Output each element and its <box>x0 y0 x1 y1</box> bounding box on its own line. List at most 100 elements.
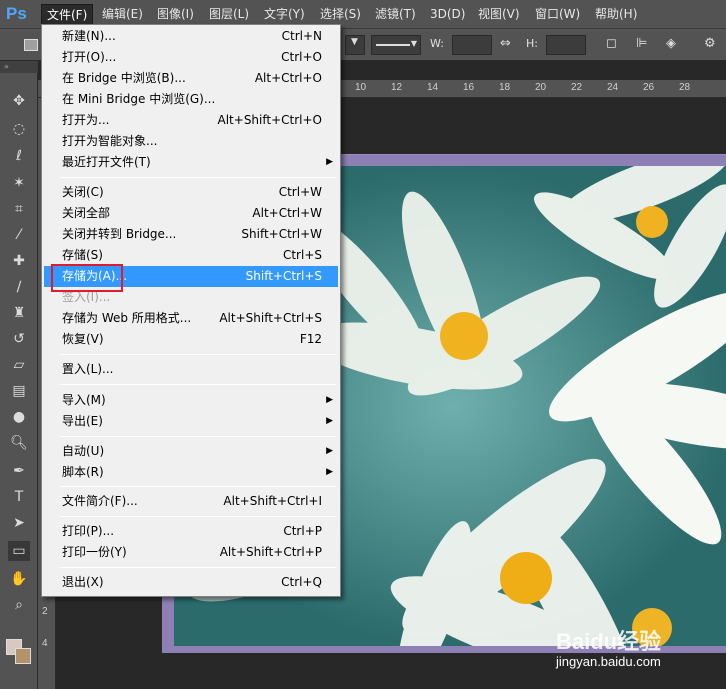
menu-item-new[interactable]: 新建(N)... Ctrl+N <box>44 26 338 47</box>
menu-item-browse-in-bridge[interactable]: 在 Bridge 中浏览(B)... Alt+Ctrl+O <box>44 68 338 89</box>
pen-tool-icon[interactable]: ✒ <box>8 461 30 481</box>
menu-item-label: 打印一份(Y) <box>62 545 127 559</box>
path-arrangement-icon[interactable]: ◈ <box>666 36 676 52</box>
menu-edit[interactable]: 编辑(E) <box>97 4 148 25</box>
width-label: W: <box>430 37 444 50</box>
hand-tool-icon[interactable]: ✋ <box>8 569 30 589</box>
path-selection-tool-icon[interactable]: ➤ <box>8 513 30 533</box>
path-alignment-icon[interactable]: ⊫ <box>636 36 647 52</box>
path-operations-icon[interactable]: ◻ <box>606 36 617 52</box>
menu-item-shortcut: Ctrl+O <box>281 50 322 64</box>
menu-type[interactable]: 文字(Y) <box>259 4 310 25</box>
background-color-swatch[interactable] <box>15 648 31 664</box>
menu-separator <box>60 354 336 355</box>
menu-item-revert[interactable]: 恢复(V) F12 <box>44 329 338 350</box>
menu-file[interactable]: 文件(F) <box>41 4 94 25</box>
menu-select[interactable]: 选择(S) <box>315 4 366 25</box>
baidu-logo-icon: Baidu经验 <box>556 629 662 654</box>
watermark-url: jingyan.baidu.com <box>556 654 661 669</box>
menu-item-open[interactable]: 打开(O)... Ctrl+O <box>44 47 338 68</box>
move-tool-icon[interactable]: ✥ <box>8 91 30 111</box>
menu-item-browse-in-mini-bridge[interactable]: 在 Mini Bridge 中浏览(G)... <box>44 89 338 110</box>
menu-3d[interactable]: 3D(D) <box>425 4 470 25</box>
lasso-tool-icon[interactable]: ℓ <box>8 146 30 166</box>
link-icon[interactable]: ⇔ <box>500 36 511 52</box>
crop-tool-icon[interactable]: ⌗ <box>8 199 30 219</box>
clone-stamp-tool-icon[interactable]: ♜ <box>8 303 30 323</box>
menu-item-close[interactable]: 关闭(C) Ctrl+W <box>44 182 338 203</box>
marquee-tool-icon[interactable]: ◌ <box>8 119 30 139</box>
menu-item-shortcut: Ctrl+P <box>283 524 322 538</box>
menu-layer[interactable]: 图层(L) <box>204 4 254 25</box>
healing-brush-tool-icon[interactable]: ✚ <box>8 251 30 271</box>
menu-item-shortcut: Ctrl+S <box>282 248 322 262</box>
menu-item-close-all[interactable]: 关闭全部 Alt+Ctrl+W <box>44 203 338 224</box>
blur-tool-icon[interactable]: ● <box>8 407 30 427</box>
menu-item-scripts[interactable]: 脚本(R) ▶ <box>44 462 338 483</box>
menu-separator <box>60 384 336 385</box>
menu-separator <box>60 436 336 437</box>
gradient-tool-icon[interactable]: ▤ <box>8 381 30 401</box>
menu-item-shortcut: Alt+Ctrl+O <box>254 71 322 85</box>
menu-item-label: 在 Mini Bridge 中浏览(G)... <box>62 92 216 106</box>
menu-item-open-as-smart-object[interactable]: 打开为智能对象... <box>44 131 338 152</box>
eraser-tool-icon[interactable]: ▱ <box>8 355 30 375</box>
stroke-style-dropdown[interactable]: ▼ <box>371 35 421 55</box>
menu-item-label: 关闭全部 <box>62 206 111 220</box>
menu-window[interactable]: 窗口(W) <box>530 4 585 25</box>
menu-item-label: 打印(P)... <box>62 524 115 538</box>
menu-separator <box>60 516 336 517</box>
menu-item-save-for-web[interactable]: 存储为 Web 所用格式... Alt+Shift+Ctrl+S <box>44 308 338 329</box>
ruler-tick-label: 10 <box>355 82 367 93</box>
menu-item-close-and-go-to-bridge[interactable]: 关闭并转到 Bridge... Shift+Ctrl+W <box>44 224 338 245</box>
submenu-arrow-icon: ▶ <box>326 446 333 456</box>
brush-tool-icon[interactable]: ∕ <box>8 277 30 297</box>
ruler-tick-label: 22 <box>571 82 583 93</box>
eyedropper-tool-icon[interactable]: ⁄ <box>8 225 30 245</box>
menu-item-print-one-copy[interactable]: 打印一份(Y) Alt+Shift+Ctrl+P <box>44 542 338 563</box>
panel-collapse-icon[interactable]: » <box>0 61 38 73</box>
tool-preset-icon[interactable] <box>24 39 38 51</box>
menu-item-shortcut: Ctrl+Q <box>281 575 322 589</box>
stroke-type-dropdown[interactable]: ▼ <box>345 35 365 55</box>
ruler-tick-label: 4 <box>42 638 48 649</box>
menu-item-shortcut: Alt+Shift+Ctrl+I <box>223 494 322 508</box>
menu-item-import[interactable]: 导入(M) ▶ <box>44 390 338 411</box>
dodge-tool-icon[interactable]: 🔍︎ <box>8 433 30 453</box>
zoom-tool-icon[interactable]: ⌕ <box>8 595 30 615</box>
menu-image[interactable]: 图像(I) <box>152 4 199 25</box>
menu-item-automate[interactable]: 自动(U) ▶ <box>44 441 338 462</box>
menu-item-export[interactable]: 导出(E) ▶ <box>44 411 338 432</box>
history-brush-tool-icon[interactable]: ↺ <box>8 329 30 349</box>
menu-item-save[interactable]: 存储(S) Ctrl+S <box>44 245 338 266</box>
menu-item-label: 导入(M) <box>62 393 106 407</box>
rectangle-tool-icon[interactable]: ▭ <box>8 541 30 561</box>
ruler-tick-label: 28 <box>679 82 691 93</box>
width-input[interactable] <box>452 35 492 55</box>
submenu-arrow-icon: ▶ <box>326 416 333 426</box>
gear-icon[interactable]: ⚙ <box>704 36 716 52</box>
menu-item-print[interactable]: 打印(P)... Ctrl+P <box>44 521 338 542</box>
menu-item-shortcut: Shift+Ctrl+S <box>245 269 322 283</box>
menu-item-recent-files[interactable]: 最近打开文件(T) ▶ <box>44 152 338 173</box>
ruler-tick-label: 14 <box>427 82 439 93</box>
height-input[interactable] <box>546 35 586 55</box>
file-menu-dropdown: 新建(N)... Ctrl+N 打开(O)... Ctrl+O 在 Bridge… <box>41 24 341 597</box>
ruler-tick-label: 20 <box>535 82 547 93</box>
menu-item-exit[interactable]: 退出(X) Ctrl+Q <box>44 572 338 593</box>
menu-filter[interactable]: 滤镜(T) <box>370 4 421 25</box>
menu-item-label: 自动(U) <box>62 444 105 458</box>
menu-item-open-as[interactable]: 打开为... Alt+Shift+Ctrl+O <box>44 110 338 131</box>
menu-view[interactable]: 视图(V) <box>473 4 525 25</box>
ruler-tick-label: 18 <box>499 82 511 93</box>
menu-item-label: 脚本(R) <box>62 465 104 479</box>
menu-help[interactable]: 帮助(H) <box>590 4 642 25</box>
submenu-arrow-icon: ▶ <box>326 157 333 167</box>
magic-wand-tool-icon[interactable]: ✶ <box>8 173 30 193</box>
menu-separator <box>60 486 336 487</box>
menu-item-file-info[interactable]: 文件简介(F)... Alt+Shift+Ctrl+I <box>44 491 338 512</box>
menu-item-place[interactable]: 置入(L)... <box>44 359 338 380</box>
tools-panel: » ✥ ◌ ℓ ✶ ⌗ ⁄ ✚ ∕ ♜ ↺ ▱ ▤ ● 🔍︎ ✒ T ➤ ▭ ✋… <box>0 61 38 689</box>
photoshop-logo-icon: Ps <box>6 4 27 23</box>
type-tool-icon[interactable]: T <box>8 487 30 507</box>
